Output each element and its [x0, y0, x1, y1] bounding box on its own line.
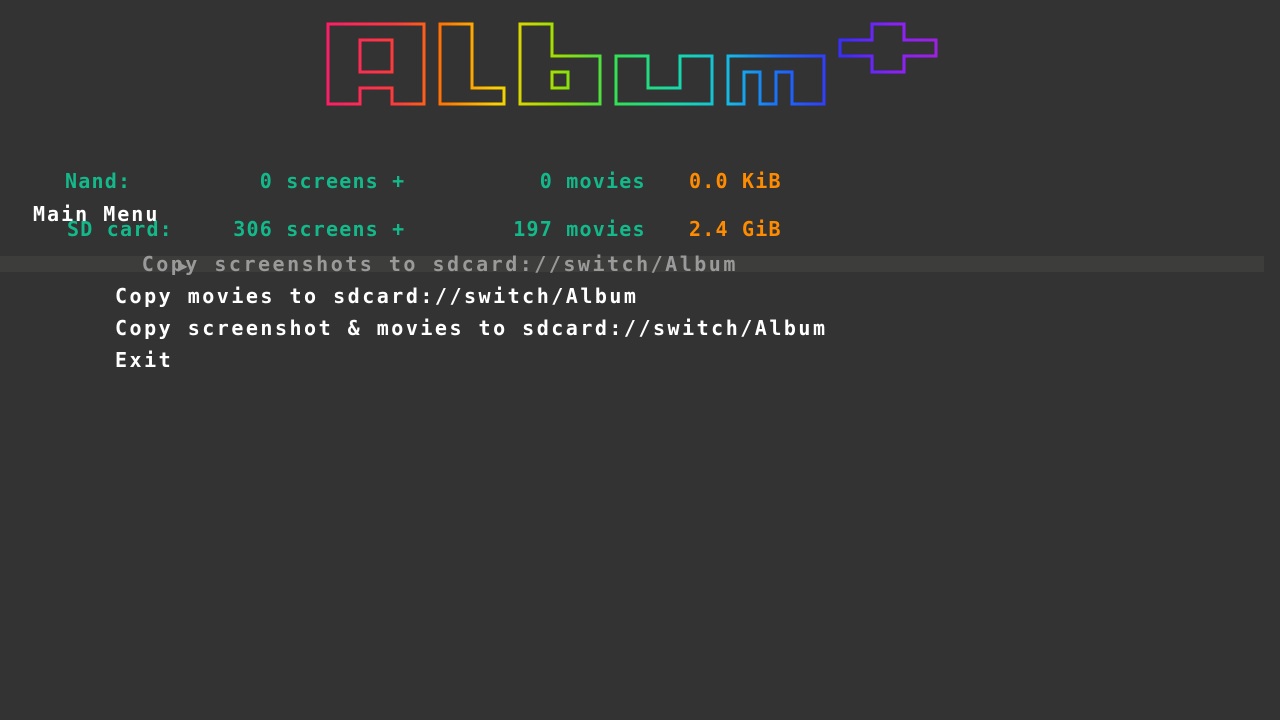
menu-item-label: Copy movies to sdcard://switch/Album — [115, 284, 639, 308]
stat-screens-label: screens + — [273, 217, 419, 241]
stat-screens-label: screens + — [273, 169, 419, 193]
menu-item-copy-screenshots[interactable]: ▶ Copy screenshots to sdcard://switch/Al… — [0, 248, 1264, 280]
menu-item-label: Copy screenshots to sdcard://switch/Albu… — [141, 252, 738, 276]
stat-row-sdcard: SD card: 306 screens + 197 movies 2.4 Gi… — [65, 217, 782, 241]
menu-item-copy-all[interactable]: Copy screenshot & movies to sdcard://swi… — [0, 312, 1264, 344]
menu-item-label: Copy screenshot & movies to sdcard://swi… — [115, 316, 828, 340]
stat-movies-label: movies — [553, 169, 646, 193]
main-menu: ▶ Copy screenshots to sdcard://switch/Al… — [0, 248, 1264, 376]
stat-screens-count: 306 — [233, 217, 273, 241]
album-plus-logo — [326, 22, 938, 106]
storage-stats: Nand: 0 screens + 0 movies 0.0 KiB SD ca… — [65, 141, 782, 253]
stat-movies-count: 197 — [513, 217, 553, 241]
stat-movies-count: 0 — [539, 169, 553, 193]
menu-item-label: Exit — [115, 348, 174, 372]
menu-item-copy-movies[interactable]: Copy movies to sdcard://switch/Album — [0, 280, 1264, 312]
stat-movies-label: movies — [553, 217, 646, 241]
menu-title: Main Menu — [33, 202, 160, 226]
stat-size: 0.0 KiB — [689, 169, 782, 193]
menu-item-exit[interactable]: Exit — [0, 344, 1264, 376]
stat-size: 2.4 GiB — [689, 217, 782, 241]
stat-label: Nand: — [65, 169, 132, 193]
stat-row-nand: Nand: 0 screens + 0 movies 0.0 KiB — [65, 169, 782, 193]
stat-screens-count: 0 — [259, 169, 273, 193]
